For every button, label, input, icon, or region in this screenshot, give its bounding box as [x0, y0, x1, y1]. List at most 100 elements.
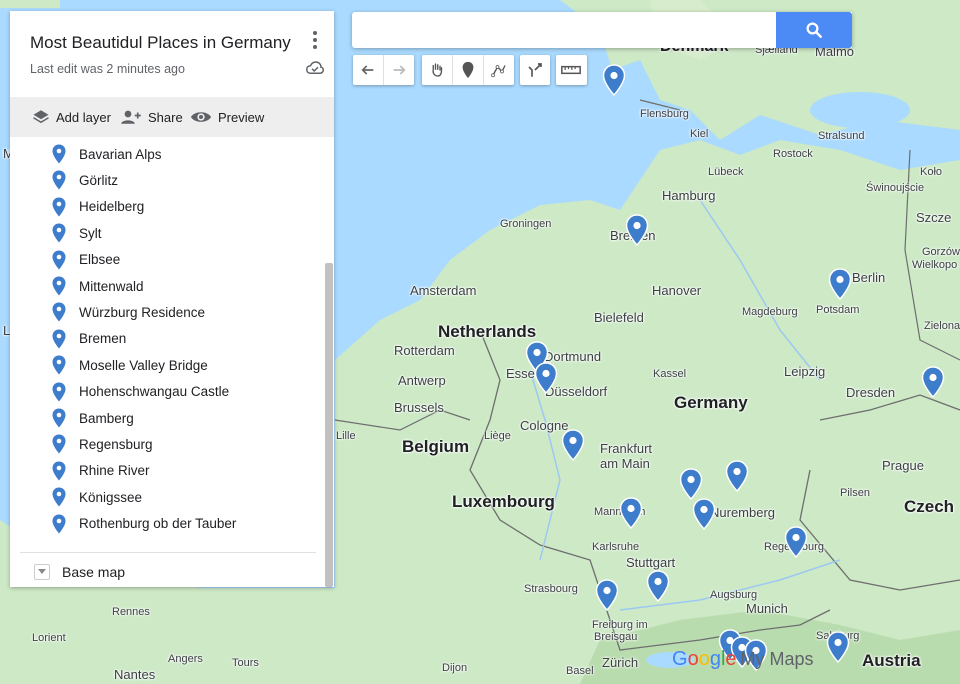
my-maps-wordmark: My Maps	[740, 649, 814, 669]
label-frankfurt: Frankfurt	[600, 441, 653, 456]
add-directions-button[interactable]	[520, 55, 550, 85]
map-title[interactable]: Most Beautidul Places in Germany	[30, 33, 291, 53]
draw-line-button[interactable]	[484, 55, 514, 85]
add-marker-button[interactable]	[453, 55, 484, 85]
place-marker-icon	[52, 355, 66, 375]
layers-icon	[33, 110, 49, 124]
map-pin[interactable]	[625, 214, 649, 246]
label-breisgau: Breisgau	[594, 631, 638, 643]
place-list-item[interactable]: Elbsee	[52, 247, 121, 273]
more-options-button[interactable]	[306, 29, 324, 51]
logo-letter: o	[687, 648, 699, 670]
map-pin[interactable]	[646, 570, 670, 602]
map-pin[interactable]	[602, 64, 626, 96]
ruler-icon	[561, 65, 581, 75]
marker-icon	[462, 61, 474, 79]
map-pin[interactable]	[595, 579, 619, 611]
last-edit-status: Last edit was 2 minutes ago	[30, 62, 185, 76]
divider	[20, 552, 316, 553]
place-label: Heidelberg	[79, 199, 145, 215]
preview-label: Preview	[218, 109, 265, 125]
search-button[interactable]	[776, 12, 852, 48]
place-list-item[interactable]: Bremen	[52, 326, 126, 352]
place-marker-icon	[52, 223, 66, 243]
map-pin[interactable]	[534, 362, 558, 394]
map-pin[interactable]	[725, 460, 749, 492]
map-pin-icon	[646, 570, 670, 602]
map-pin[interactable]	[828, 268, 852, 300]
place-list-item[interactable]: Moselle Valley Bridge	[52, 352, 208, 378]
caret-down-icon	[34, 564, 50, 580]
share-label: Share	[148, 109, 183, 125]
place-list-item[interactable]: Königssee	[52, 484, 142, 510]
place-marker-icon	[52, 434, 66, 454]
dot-icon	[313, 37, 317, 42]
map-pin[interactable]	[921, 366, 945, 398]
place-list-item[interactable]: Rothenburg ob der Tauber	[52, 511, 237, 537]
place-label: Würzburg Residence	[79, 304, 206, 320]
place-list-item[interactable]: Sylt	[52, 220, 102, 246]
label-czech: Czech	[904, 497, 955, 516]
map-pin-icon	[619, 497, 643, 529]
history-toolbar	[353, 55, 414, 85]
map-pin[interactable]	[679, 468, 703, 500]
search-icon	[806, 22, 822, 38]
label-gorzow: Gorzów	[922, 246, 960, 258]
label-lubeck: Lübeck	[708, 166, 744, 178]
map-pin[interactable]	[826, 631, 850, 663]
place-marker-icon	[52, 382, 66, 402]
preview-button[interactable]: Preview	[190, 97, 264, 137]
directions-toolbar	[520, 55, 550, 85]
place-list-item[interactable]: Regensburg	[52, 431, 153, 457]
map-pin-icon	[921, 366, 945, 398]
place-list-item[interactable]: Mittenwald	[52, 273, 144, 299]
redo-button[interactable]	[384, 55, 414, 85]
label-potsdam: Potsdam	[816, 304, 860, 316]
map-pin-icon	[784, 526, 808, 558]
undo-button[interactable]	[353, 55, 384, 85]
label-bielefeld: Bielefeld	[594, 310, 644, 325]
share-button[interactable]: Share	[120, 97, 183, 137]
label-nuremberg: Nuremberg	[710, 505, 776, 520]
label-belgium: Belgium	[402, 437, 470, 456]
redo-icon	[393, 65, 406, 75]
place-list-item[interactable]: Bavarian Alps	[52, 141, 162, 167]
place-list-item[interactable]: Bamberg	[52, 405, 134, 431]
place-list-item[interactable]: Görlitz	[52, 167, 118, 193]
map-pin[interactable]	[561, 429, 585, 461]
map-pin-icon	[534, 362, 558, 394]
place-list-item[interactable]: Hohenschwangau Castle	[52, 379, 229, 405]
search-input[interactable]	[362, 12, 776, 48]
dot-icon	[313, 45, 317, 50]
place-label: Elbsee	[79, 252, 121, 268]
measure-button[interactable]	[556, 55, 586, 85]
place-list-item[interactable]: Heidelberg	[52, 194, 145, 220]
map-pin[interactable]	[784, 526, 808, 558]
select-items-button[interactable]	[422, 55, 453, 85]
place-label: Rothenburg ob der Tauber	[79, 516, 237, 532]
eye-icon	[190, 112, 212, 122]
label-munich: Munich	[746, 601, 788, 616]
label-pilsen: Pilsen	[840, 487, 870, 499]
place-list-item[interactable]: Würzburg Residence	[52, 299, 206, 325]
google-my-maps-logo: Google My Maps	[672, 648, 814, 671]
map-pin-icon	[602, 64, 626, 96]
place-marker-icon	[52, 514, 66, 534]
place-marker-icon	[52, 329, 66, 349]
label-swinoujscie: Świnoujście	[866, 182, 925, 194]
map-pin[interactable]	[619, 497, 643, 529]
place-marker-icon	[52, 276, 66, 296]
label-flensburg: Flensburg	[640, 108, 689, 120]
add-layer-button[interactable]: Add layer	[32, 97, 111, 137]
map-pin-icon	[725, 460, 749, 492]
base-map-toggle[interactable]: Base map	[34, 559, 125, 585]
map-pin-icon	[692, 498, 716, 530]
map-pin[interactable]	[692, 498, 716, 530]
label-lorient: Lorient	[32, 632, 66, 644]
panel-scrollbar[interactable]	[325, 263, 333, 587]
hand-icon	[432, 63, 443, 77]
place-marker-icon	[52, 250, 66, 270]
place-list-item[interactable]: Rhine River	[52, 458, 150, 484]
label-kolo: Koło	[920, 166, 943, 178]
dot-icon	[313, 30, 317, 35]
